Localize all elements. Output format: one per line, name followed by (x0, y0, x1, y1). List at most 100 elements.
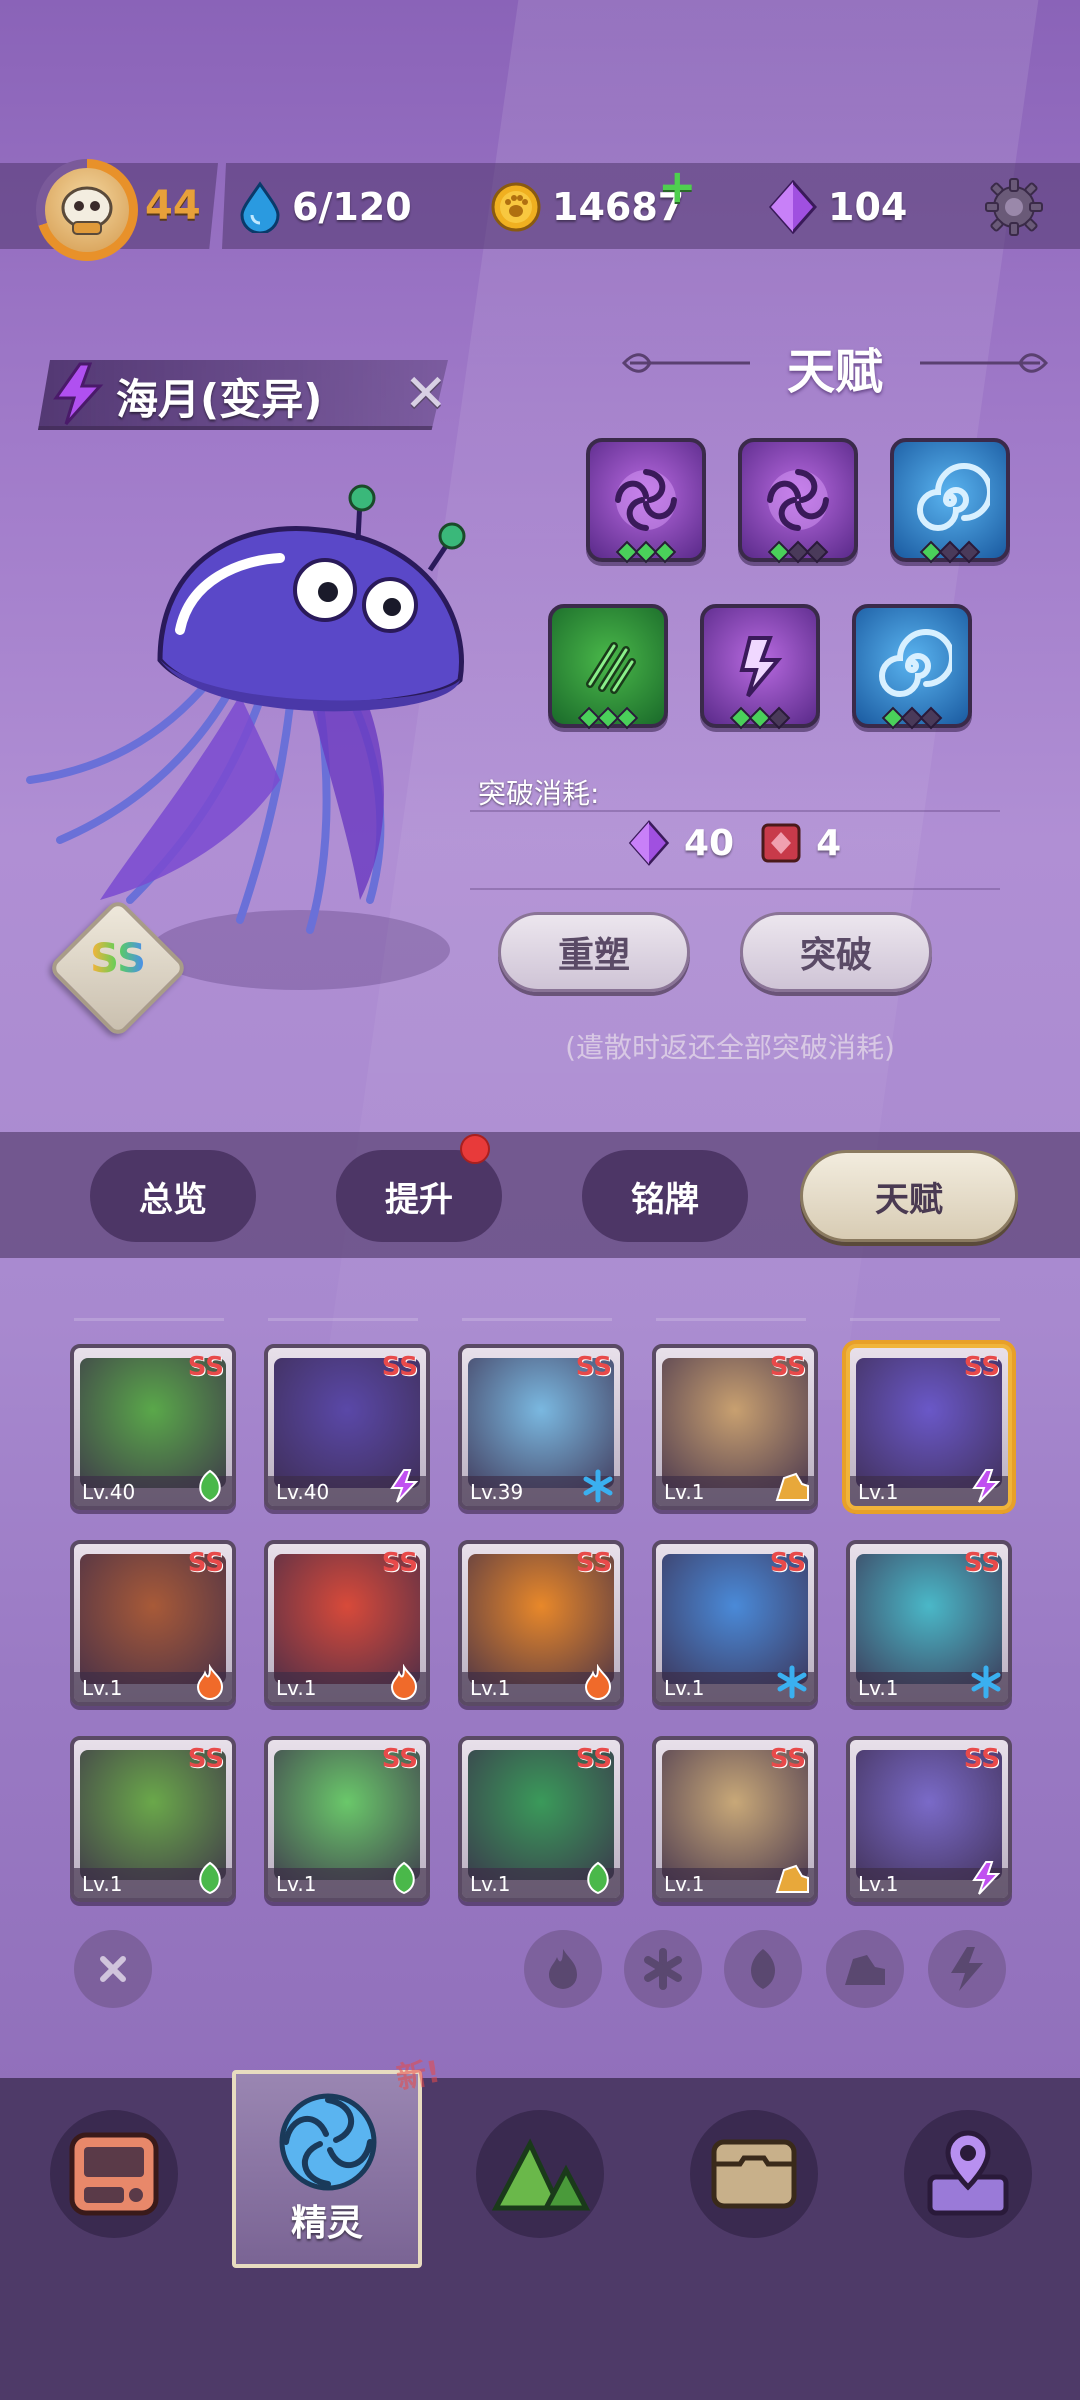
card-level: Lv.1 (858, 1676, 899, 1700)
reshape-button[interactable]: 重塑 (498, 912, 690, 992)
card-rank: SS (187, 1744, 224, 1774)
card-level: Lv.1 (276, 1676, 317, 1700)
nav-inventory[interactable] (690, 2110, 818, 2238)
tab-talent[interactable]: 天赋 (800, 1150, 1018, 1242)
nav-adventure[interactable] (476, 2110, 604, 2238)
creature-card[interactable]: SS Lv.40 (70, 1344, 236, 1510)
lightning-talent-icon (739, 636, 783, 698)
filter-leaf[interactable] (724, 1930, 802, 2008)
card-rank: SS (381, 1744, 418, 1774)
leaf-element-icon (393, 1861, 415, 1895)
talent-slot-2[interactable] (738, 438, 858, 564)
add-coins-plus-icon[interactable]: + (658, 159, 697, 213)
creature-card[interactable]: SS Lv.1 (652, 1344, 818, 1510)
water-drop-icon (240, 181, 280, 233)
leaf-element-icon (199, 1861, 221, 1895)
talent-slot-1[interactable] (586, 438, 706, 564)
creature-card[interactable]: SS Lv.1 (846, 1736, 1012, 1902)
card-level: Lv.1 (664, 1480, 705, 1504)
console-icon (69, 2132, 159, 2216)
gear-icon[interactable] (982, 175, 1046, 239)
fire-element-icon (196, 1664, 224, 1700)
title-ornament-right (920, 353, 1049, 373)
talent-slot-6[interactable] (852, 604, 972, 730)
card-rank: SS (575, 1352, 612, 1382)
creature-card[interactable]: SS Lv.1 (70, 1540, 236, 1706)
chest-icon (711, 2139, 797, 2209)
nav-map[interactable] (904, 2110, 1032, 2238)
lightning-icon (951, 1947, 983, 1991)
creature-card[interactable]: SS Lv.1 (652, 1540, 818, 1706)
card-rank: SS (187, 1352, 224, 1382)
filter-thunder[interactable] (928, 1930, 1006, 2008)
purple-gem-icon (628, 820, 670, 866)
snowflake-icon (644, 1948, 682, 1990)
card-rank: SS (769, 1744, 806, 1774)
filter-ice[interactable] (624, 1930, 702, 2008)
divider (470, 810, 1000, 812)
clear-filter-button[interactable] (74, 1930, 152, 2008)
card-rank: SS (963, 1352, 1000, 1382)
creature-card[interactable]: SS Lv.40 (264, 1344, 430, 1510)
water-resource: 6/120 (238, 179, 412, 235)
leaf-element-icon (199, 1469, 221, 1503)
thunder-element-icon (972, 1861, 1001, 1895)
paw-coin-icon (491, 182, 541, 232)
purple-gem-icon (769, 180, 817, 234)
talent-slot-3[interactable] (890, 438, 1010, 564)
player-avatar[interactable] (36, 159, 138, 261)
card-level: Lv.40 (276, 1480, 330, 1504)
talent-slot-4[interactable] (548, 604, 668, 730)
talent-slot-5[interactable] (700, 604, 820, 730)
rank-badge-label: SS (68, 936, 168, 982)
fire-element-icon (584, 1664, 612, 1700)
creature-name: 海月(变异) (116, 375, 323, 424)
breakthrough-cost-label: 突破消耗: (478, 777, 600, 810)
creature-card[interactable]: SS Lv.1 (264, 1736, 430, 1902)
card-level: Lv.1 (858, 1480, 899, 1504)
creature-card[interactable]: SS Lv.39 (458, 1344, 624, 1510)
filter-earth[interactable] (826, 1930, 904, 2008)
card-level: Lv.1 (470, 1676, 511, 1700)
creature-card[interactable]: SS Lv.1 (70, 1736, 236, 1902)
thunder-element-icon (390, 1469, 419, 1503)
talent-book-icon (761, 823, 801, 863)
nav-spirit-label: 精灵 (290, 2203, 363, 2244)
ice-element-icon (777, 1665, 807, 1699)
spirit-orb-icon (279, 2093, 377, 2191)
top-status-bar: 44 6/120 14687 + 104 (0, 159, 1080, 261)
fire-icon (549, 1949, 577, 1989)
card-level: Lv.40 (82, 1480, 136, 1504)
card-level: Lv.1 (470, 1872, 511, 1896)
creature-card[interactable]: SS Lv.1 (458, 1540, 624, 1706)
gem-count: 104 (828, 185, 908, 229)
new-badge: 新! (393, 2054, 444, 2097)
card-level: Lv.1 (82, 1676, 123, 1700)
swirl-talent-icon (879, 629, 952, 697)
thunder-element-icon (972, 1469, 1001, 1503)
close-icon[interactable]: ✕ (404, 364, 448, 424)
card-rank: SS (187, 1548, 224, 1578)
creature-card[interactable]: SS Lv.1 (846, 1344, 1012, 1510)
cost-gem-amount: 40 (684, 822, 735, 864)
card-rank: SS (381, 1352, 418, 1382)
creature-card[interactable]: SS Lv.1 (458, 1736, 624, 1902)
creature-card[interactable]: SS Lv.1 (846, 1540, 1012, 1706)
divider (470, 888, 1000, 890)
nav-shop[interactable] (50, 2110, 178, 2238)
tab-overview[interactable]: 总览 (90, 1150, 256, 1242)
card-level: Lv.1 (82, 1872, 123, 1896)
fire-element-icon (390, 1664, 418, 1700)
filter-fire[interactable] (524, 1930, 602, 2008)
card-level: Lv.1 (664, 1676, 705, 1700)
card-level: Lv.1 (664, 1872, 705, 1896)
thunder-element-icon (53, 362, 104, 426)
card-rank: SS (963, 1744, 1000, 1774)
tab-nameplate[interactable]: 铭牌 (582, 1150, 748, 1242)
creature-card[interactable]: SS Lv.1 (264, 1540, 430, 1706)
creature-card[interactable]: SS Lv.1 (652, 1736, 818, 1902)
breakthrough-button[interactable]: 突破 (740, 912, 932, 992)
vortex-talent-icon (767, 469, 829, 531)
vortex-talent-icon (615, 469, 677, 531)
coin-resource: 14687 (490, 179, 684, 235)
